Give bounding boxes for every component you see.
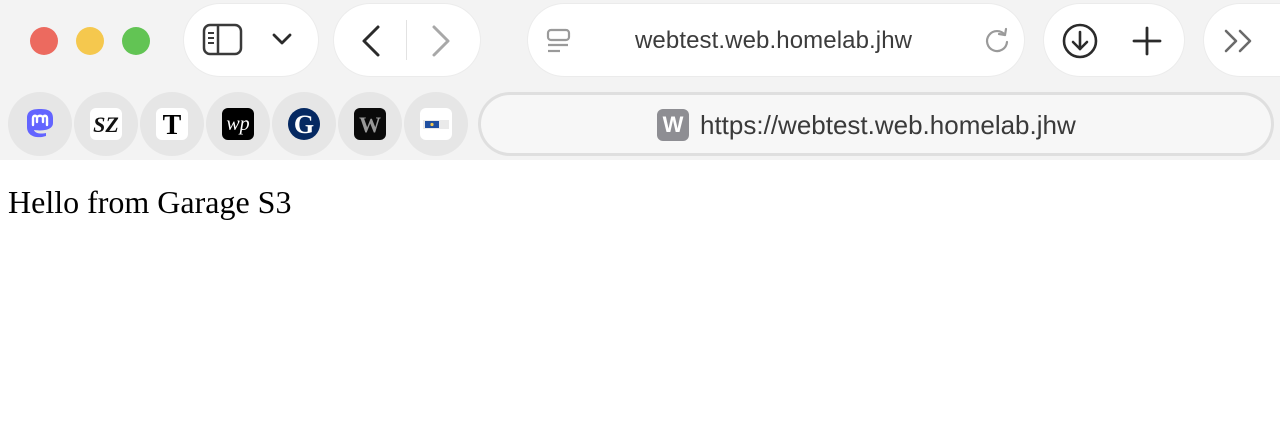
back-button[interactable] [360,24,382,63]
browser-toolbar: webtest.web.homelab.jhw SZ T wp G W W ht… [0,0,1280,160]
site-favicon: W [657,109,689,141]
actions-pill [1044,4,1184,76]
close-window-button[interactable] [30,27,58,55]
double-chevron-icon[interactable] [1222,28,1258,59]
w-dark-icon: W [354,108,386,140]
svg-text:wp: wp [226,113,249,135]
svg-text:T: T [163,110,182,140]
favorite-guardian[interactable]: G [272,92,336,156]
overflow-pill [1204,4,1280,76]
reader-icon[interactable] [546,28,572,59]
plus-icon[interactable] [1132,26,1162,61]
washington-post-icon: wp [222,108,254,140]
svg-text:W: W [359,112,381,137]
mastodon-icon [24,107,56,146]
eu-icon [420,108,452,140]
reload-icon[interactable] [984,27,1010,60]
favorite-eu[interactable] [404,92,468,156]
svg-text:G: G [294,110,314,139]
favorite-w-dark[interactable]: W [338,92,402,156]
chevron-right-icon [432,25,450,57]
favorite-wp[interactable]: wp [206,92,270,156]
chevron-down-icon[interactable] [272,32,292,51]
minimize-window-button[interactable] [76,27,104,55]
page-content-text: Hello from Garage S3 [8,184,292,220]
sidebar-pill [184,4,318,76]
forward-button[interactable] [430,24,452,63]
tab-title: webtest.web.homelab.jhw [635,27,913,54]
address-url[interactable]: https://webtest.web.homelab.jhw [700,109,1076,141]
svg-text:SZ: SZ [93,112,119,137]
maximize-window-button[interactable] [122,27,150,55]
guardian-icon: G [288,108,320,145]
navigation-pill [334,4,480,76]
address-bar[interactable]: W https://webtest.web.homelab.jhw [478,92,1274,156]
chevron-left-icon [362,25,380,57]
nyt-icon: T [156,108,188,140]
sidebar-icon[interactable] [202,23,244,62]
nav-divider [406,20,407,60]
favorite-nyt[interactable]: T [140,92,204,156]
favorite-mastodon[interactable] [8,92,72,156]
download-icon[interactable] [1061,22,1099,65]
favorite-sz[interactable]: SZ [74,92,138,156]
sz-icon: SZ [90,108,122,140]
favorites-bar: SZ T wp G W [0,92,470,156]
